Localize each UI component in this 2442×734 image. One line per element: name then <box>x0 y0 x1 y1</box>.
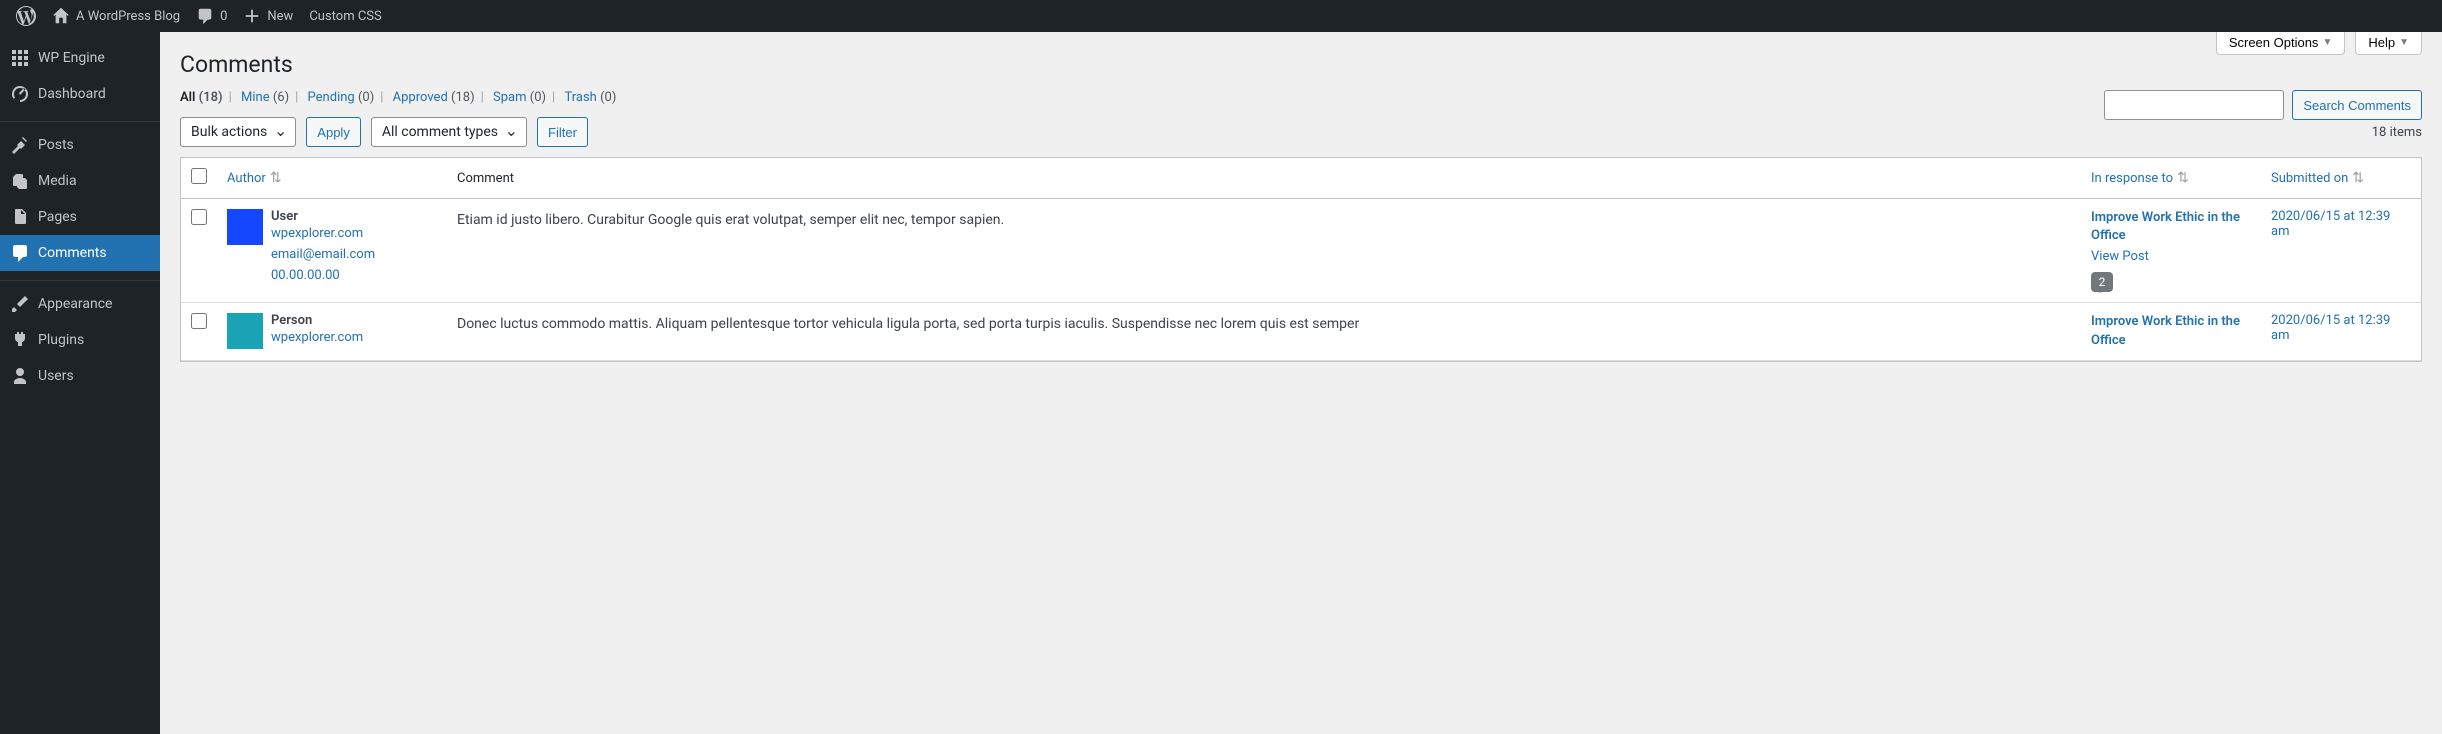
site-link[interactable]: A WordPress Blog <box>44 0 188 32</box>
table-nav: Bulk actions Apply All comment types Fil… <box>180 117 2422 147</box>
main-content: Screen Options ▼ Help ▼ Comments Search … <box>160 32 2442 734</box>
menu-label: Media <box>38 173 77 189</box>
apply-button[interactable]: Apply <box>306 117 361 147</box>
sort-icon: ⇅ <box>2348 170 2364 186</box>
header-comment: Comment <box>447 158 2081 199</box>
brush-icon <box>10 294 30 314</box>
menu-label: WP Engine <box>38 50 105 66</box>
menu-pages[interactable]: Pages <box>0 199 160 235</box>
comment-count: 0 <box>220 9 227 24</box>
menu-appearance[interactable]: Appearance <box>0 286 160 322</box>
menu-label: Dashboard <box>38 86 106 102</box>
response-post-link[interactable]: Improve Work Ethic in the Office <box>2091 209 2251 245</box>
comment-icon <box>196 7 214 25</box>
dashboard-icon <box>10 84 30 104</box>
sort-icon: ⇅ <box>2173 170 2189 186</box>
wordpress-logo[interactable] <box>8 0 44 32</box>
filter-all[interactable]: All (18) <box>180 90 223 105</box>
home-icon <box>52 7 70 25</box>
custom-css-link[interactable]: Custom CSS <box>301 0 389 32</box>
filter-pending[interactable]: Pending (0) <box>308 90 375 105</box>
screen-options-button[interactable]: Screen Options ▼ <box>2216 32 2346 55</box>
comments-table: Author⇅ Comment In response to⇅ Submitte… <box>180 157 2422 362</box>
author-ip[interactable]: 00.00.00.00 <box>271 266 375 287</box>
items-count: 18 items <box>2372 125 2422 140</box>
header-date[interactable]: Submitted on⇅ <box>2271 171 2364 186</box>
screen-options-label: Screen Options <box>2229 35 2319 50</box>
menu-comments[interactable]: Comments <box>0 235 160 271</box>
search-bar: Search Comments <box>2104 90 2422 120</box>
menu-label: Users <box>38 368 74 384</box>
wpengine-icon <box>10 48 30 68</box>
help-label: Help <box>2368 35 2395 50</box>
menu-label: Plugins <box>38 332 84 348</box>
admin-bar: A WordPress Blog 0 New Custom CSS <box>0 0 2442 32</box>
table-row: Person wpexplorer.com Donec luctus commo… <box>181 303 2421 360</box>
menu-label: Comments <box>38 245 107 261</box>
sort-icon: ⇅ <box>266 170 282 186</box>
filter-spam[interactable]: Spam (0) <box>493 90 546 105</box>
media-icon <box>10 171 30 191</box>
comments-link[interactable]: 0 <box>188 0 235 32</box>
menu-users[interactable]: Users <box>0 358 160 394</box>
author-email[interactable]: email@email.com <box>271 245 375 266</box>
response-post-link[interactable]: Improve Work Ethic in the Office <box>2091 313 2251 349</box>
caret-down-icon: ▼ <box>2399 37 2409 48</box>
help-button[interactable]: Help ▼ <box>2355 32 2422 55</box>
filter-mine[interactable]: Mine (6) <box>241 90 289 105</box>
menu-plugins[interactable]: Plugins <box>0 322 160 358</box>
new-label: New <box>267 9 293 24</box>
header-response[interactable]: In response to⇅ <box>2091 171 2189 186</box>
status-filters: All (18) Mine (6) Pending (0) Approved (… <box>180 90 2422 105</box>
date-link[interactable]: 2020/06/15 at 12:39 am <box>2271 313 2390 343</box>
custom-css-label: Custom CSS <box>309 9 381 24</box>
comment-icon <box>10 243 30 263</box>
menu-wpengine[interactable]: WP Engine <box>0 40 160 76</box>
menu-label: Appearance <box>38 296 112 312</box>
pin-icon <box>10 135 30 155</box>
menu-separator <box>0 117 160 122</box>
search-button[interactable]: Search Comments <box>2292 90 2422 120</box>
author-name: Person <box>271 313 363 328</box>
table-row: User wpexplorer.com email@email.com 00.0… <box>181 199 2421 303</box>
comment-type-select[interactable]: All comment types <box>371 117 527 147</box>
date-link[interactable]: 2020/06/15 at 12:39 am <box>2271 209 2390 239</box>
filter-button[interactable]: Filter <box>537 117 588 147</box>
filter-approved[interactable]: Approved (18) <box>393 90 475 105</box>
new-content[interactable]: New <box>235 0 301 32</box>
page-title: Comments <box>180 42 2422 82</box>
search-input[interactable] <box>2104 90 2284 120</box>
author-site[interactable]: wpexplorer.com <box>271 328 363 349</box>
comment-count-bubble[interactable]: 2 <box>2091 272 2113 292</box>
menu-media[interactable]: Media <box>0 163 160 199</box>
menu-label: Pages <box>38 209 77 225</box>
menu-posts[interactable]: Posts <box>0 127 160 163</box>
author-name: User <box>271 209 375 224</box>
comment-text: Etiam id justo libero. Curabitur Google … <box>447 199 2081 303</box>
page-icon <box>10 207 30 227</box>
bulk-actions-select[interactable]: Bulk actions <box>180 117 296 147</box>
author-site[interactable]: wpexplorer.com <box>271 224 375 245</box>
menu-dashboard[interactable]: Dashboard <box>0 76 160 112</box>
plus-icon <box>243 7 261 25</box>
admin-sidebar: WP Engine Dashboard Posts Media Pages Co… <box>0 32 160 734</box>
row-checkbox[interactable] <box>191 209 207 225</box>
site-name: A WordPress Blog <box>76 9 180 24</box>
screen-meta: Screen Options ▼ Help ▼ <box>2216 32 2422 55</box>
menu-label: Posts <box>38 137 74 153</box>
menu-separator <box>0 276 160 281</box>
avatar <box>227 313 263 349</box>
avatar <box>227 209 263 245</box>
wordpress-icon <box>16 6 36 26</box>
view-post-link[interactable]: View Post <box>2091 249 2251 264</box>
caret-down-icon: ▼ <box>2322 37 2332 48</box>
select-all-checkbox[interactable] <box>191 168 207 184</box>
filter-trash[interactable]: Trash (0) <box>564 90 616 105</box>
row-checkbox[interactable] <box>191 313 207 329</box>
plug-icon <box>10 330 30 350</box>
comment-text: Donec luctus commodo mattis. Aliquam pel… <box>447 303 2081 360</box>
header-author[interactable]: Author⇅ <box>227 171 282 186</box>
user-icon <box>10 366 30 386</box>
